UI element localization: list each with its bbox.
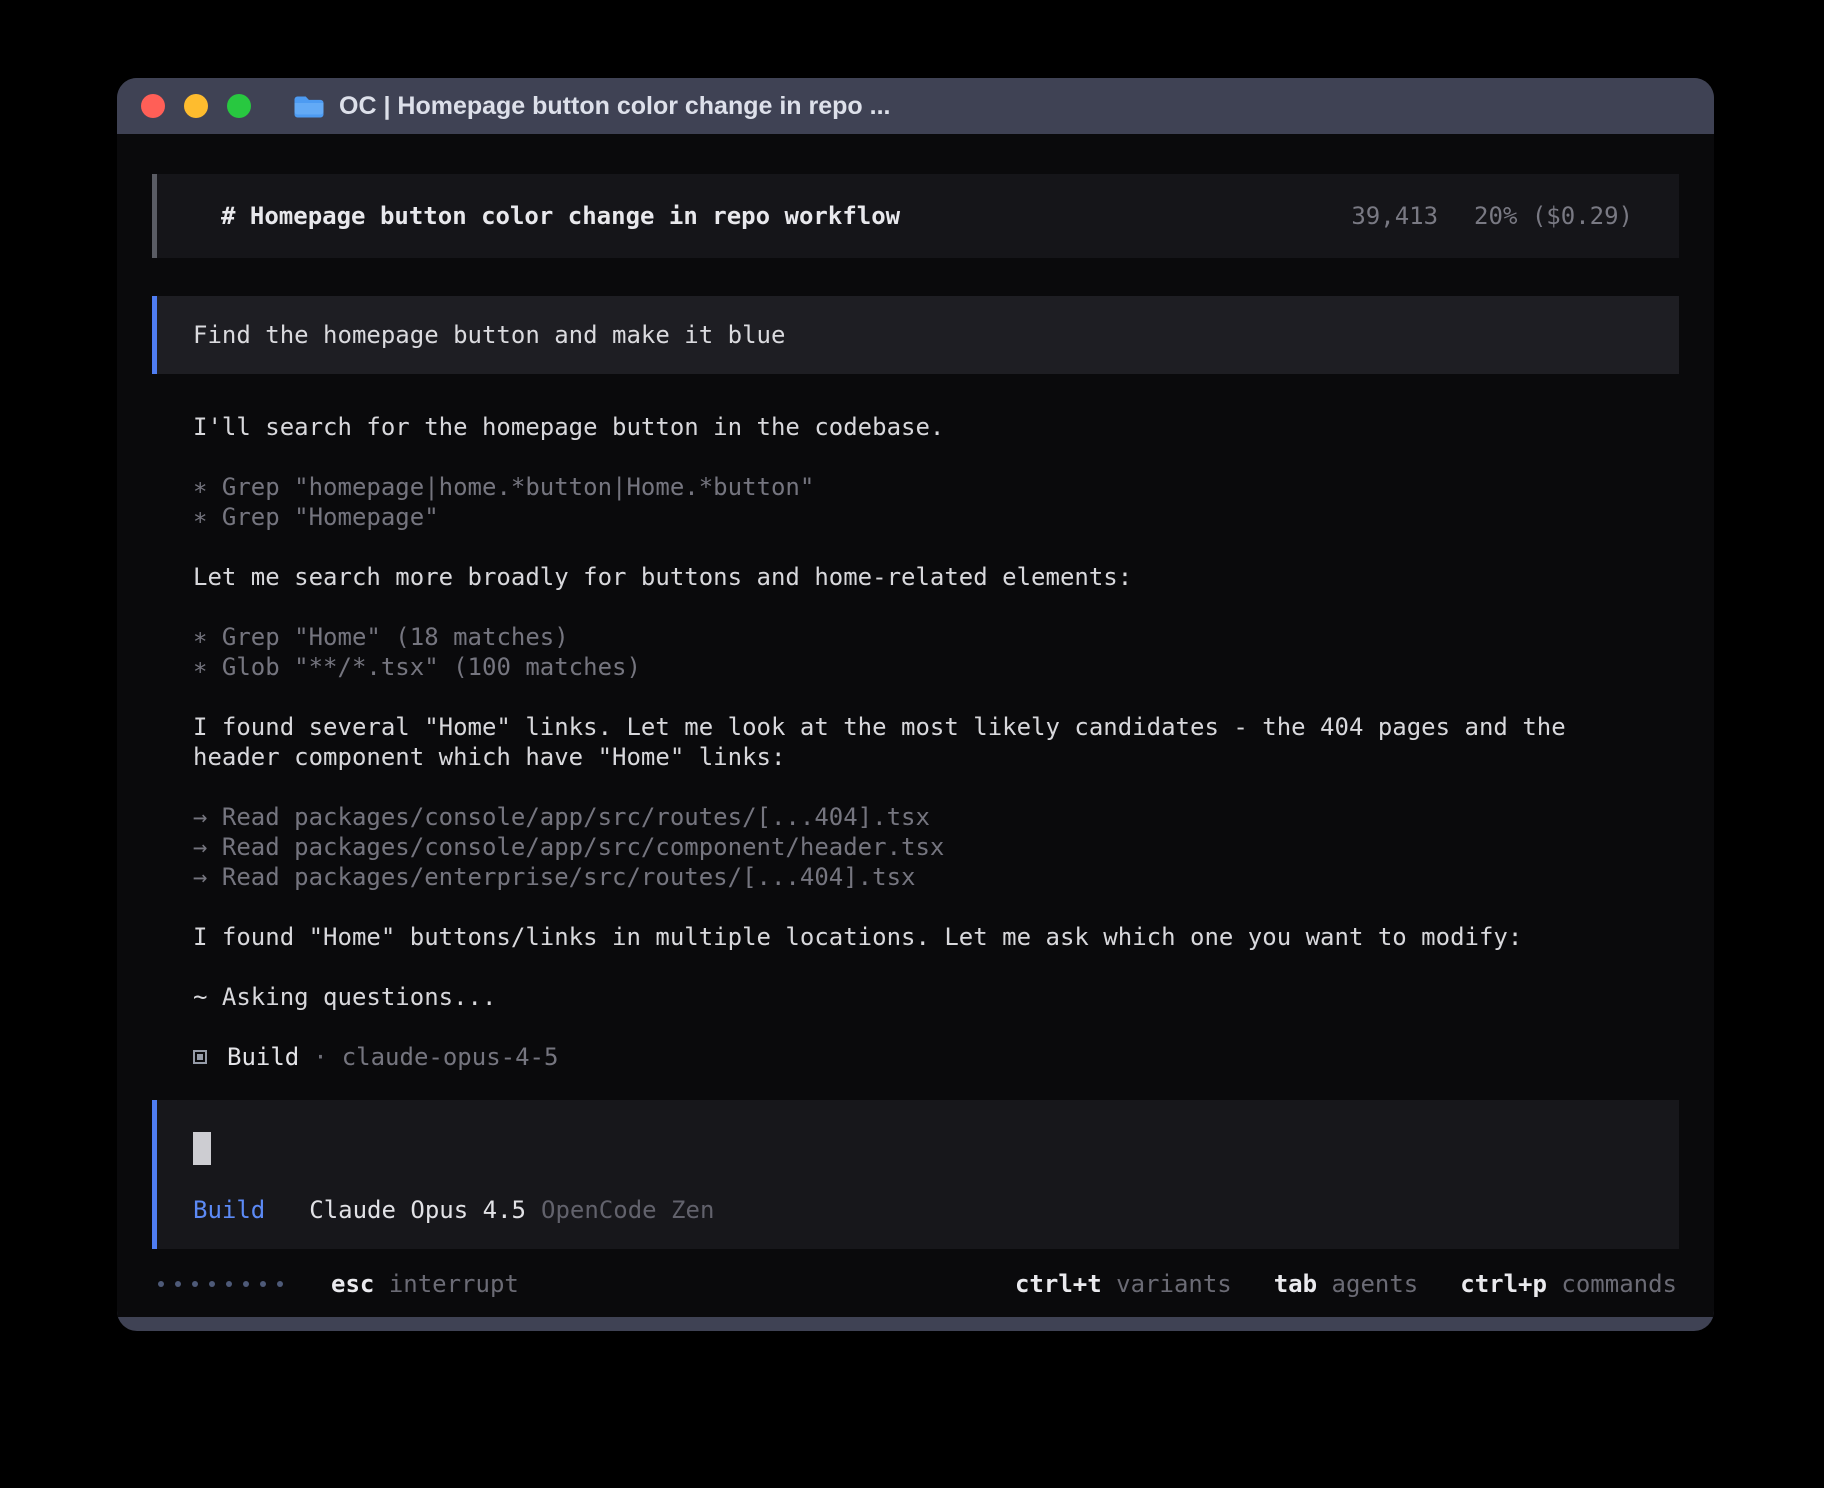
titlebar[interactable]: OC | Homepage button color change in rep… [117,78,1714,134]
session-stats: 39,413 20% ($0.29) [1351,201,1633,231]
status-bar-left: esc interrupt [158,1269,519,1299]
spinner-dot [260,1281,266,1287]
session-title: # Homepage button color change in repo w… [221,201,900,231]
agent-status-line: Build · claude-opus-4-5 [193,1042,1617,1072]
shortcut-key: tab [1274,1270,1317,1298]
transcript-blank-line [193,772,1617,802]
tool-call-line: → Read packages/enterprise/src/routes/[.… [193,862,1617,892]
mode-indicator: Build [193,1195,265,1225]
transcript-blank-line [193,952,1617,982]
transcript-blank-line [193,532,1617,562]
spinner-dot [158,1281,164,1287]
terminal-content: # Homepage button color change in repo w… [117,134,1714,1317]
shortcut-tab: tab agents [1274,1269,1419,1299]
tool-asterisk-icon: ∗ [193,503,207,531]
tool-call-line: → Read packages/console/app/src/componen… [193,832,1617,862]
assistant-text-line: I found several "Home" links. Let me loo… [193,712,1617,772]
token-count: 39,413 [1351,201,1438,231]
close-button[interactable] [141,94,165,118]
shortcuts-left: esc interrupt [331,1269,519,1299]
context-usage: 20% ($0.29) [1474,201,1633,231]
spinner-dot [277,1281,283,1287]
shortcut-ctrl-t: ctrl+t variants [1015,1269,1232,1299]
tool-asterisk-icon: ∗ [193,473,207,501]
shortcut-key: ctrl+p [1460,1270,1547,1298]
spinner-dot [175,1281,181,1287]
transcript: I'll search for the homepage button in t… [193,412,1679,1072]
provider-name: OpenCode Zen [541,1195,714,1225]
shortcut-key: ctrl+t [1015,1270,1102,1298]
spinner [158,1281,283,1287]
assistant-text-line: Let me search more broadly for buttons a… [193,562,1617,592]
user-message: Find the homepage button and make it blu… [152,296,1679,374]
transcript-blank-line [193,442,1617,472]
traffic-lights [141,94,251,118]
transcript-blank-line [193,892,1617,922]
tool-call-line: → Read packages/console/app/src/routes/[… [193,802,1617,832]
assistant-text-line: ~ Asking questions... [193,982,1617,1012]
agent-name: Build [227,1042,299,1072]
shortcut-key: esc [331,1270,374,1298]
shortcut-ctrl-p: ctrl+p commands [1460,1269,1677,1299]
title-group: OC | Homepage button color change in rep… [293,92,890,121]
agent-square-icon [193,1050,207,1064]
text-cursor [193,1132,211,1165]
tool-call-line: ∗ Grep "Homepage" [193,502,1617,532]
shortcuts-right: ctrl+t variants tab agents ctrl+p commands [1015,1269,1677,1299]
read-arrow-icon: → [193,863,207,891]
assistant-text-line: I found "Home" buttons/links in multiple… [193,922,1617,952]
shortcut-label: interrupt [389,1270,519,1298]
transcript-blank-line [193,682,1617,712]
tool-call-line: ∗ Grep "Home" (18 matches) [193,622,1617,652]
shortcut-label: commands [1561,1270,1677,1298]
assistant-text-line: I'll search for the homepage button in t… [193,412,1617,442]
status-bar: esc interrupt ctrl+t variantstab agentsc… [152,1269,1679,1299]
tool-asterisk-icon: ∗ [193,653,207,681]
spinner-dot [226,1281,232,1287]
spinner-dot [192,1281,198,1287]
session-header: # Homepage button color change in repo w… [152,174,1679,258]
spinner-dot [209,1281,215,1287]
tool-call-line: ∗ Grep "homepage|home.*button|Home.*butt… [193,472,1617,502]
tool-call-line: ∗ Glob "**/*.tsx" (100 matches) [193,652,1617,682]
shortcut-esc: esc interrupt [331,1269,519,1299]
tool-asterisk-icon: ∗ [193,623,207,651]
model-name: Claude Opus 4.5 [309,1195,526,1225]
transcript-blank-line [193,1012,1617,1042]
folder-icon [293,94,324,119]
transcript-blank-line [193,592,1617,622]
read-arrow-icon: → [193,833,207,861]
shortcut-label: agents [1332,1270,1419,1298]
zoom-button[interactable] [227,94,251,118]
user-message-text: Find the homepage button and make it blu… [193,321,785,349]
terminal-window: OC | Homepage button color change in rep… [117,78,1714,1331]
window-title: OC | Homepage button color change in rep… [339,92,890,121]
shortcut-label: variants [1116,1270,1232,1298]
read-arrow-icon: → [193,803,207,831]
prompt-input[interactable]: Build Claude Opus 4.5 OpenCode Zen [152,1100,1679,1249]
minimize-button[interactable] [184,94,208,118]
input-status-line: Build Claude Opus 4.5 OpenCode Zen [193,1195,1643,1225]
agent-model: claude-opus-4-5 [342,1042,559,1072]
spinner-dot [243,1281,249,1287]
agent-separator: · [313,1042,327,1072]
